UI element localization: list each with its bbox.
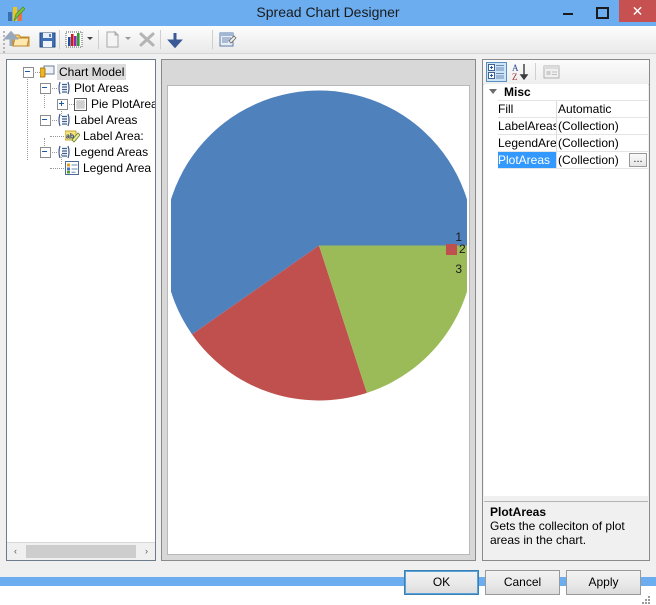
client-area: Chart Model Plot Areas Pie PlotArea Labe… [0,26,656,604]
toolbar-separator [160,30,161,49]
collapse-arrow-icon[interactable] [489,89,497,94]
tree-item-label: Pie PlotArea [91,97,156,111]
property-name[interactable]: LegendAre [498,135,556,151]
label-area-icon: ab [64,130,81,143]
chart-model-tree[interactable]: Chart Model Plot Areas Pie PlotArea Labe… [6,59,156,561]
close-button[interactable]: ✕ [619,0,656,22]
pie-chart: 1 2 3 [171,88,467,552]
tree-connector [50,88,57,90]
scrollbar-thumb[interactable] [26,545,136,558]
property-grid-panel[interactable]: A Z Misc Fill Automatic LabelAreas (Coll… [482,59,650,561]
maximize-button[interactable] [586,0,616,22]
toolbar-separator [212,30,213,49]
property-grid-toolbar: A Z [483,60,649,85]
chart-model-icon [39,65,55,79]
new-chart-button[interactable] [63,29,85,50]
legend-area-icon [65,161,79,175]
delete-button[interactable] [136,29,158,50]
tree-item-label: Legend Area ( [83,161,156,175]
legend-entry-3: 3 [455,262,462,276]
copy-dropdown-arrow[interactable] [125,37,131,40]
close-icon: ✕ [631,3,644,19]
property-row-fill[interactable]: Fill Automatic [484,101,648,117]
move-up-button[interactable] [0,29,22,50]
tree-connector [50,152,57,154]
divider [498,168,648,169]
categorized-button[interactable] [486,62,507,82]
plot-area-icon [74,98,87,111]
property-category-label: Misc [504,85,531,99]
column-divider [556,152,557,168]
alphabetical-button[interactable]: A Z [511,62,532,82]
tree-connector [50,136,64,138]
property-value[interactable]: (Collection) [558,118,630,134]
property-value[interactable]: (Collection) [558,152,630,168]
svg-text:Z: Z [512,72,518,82]
property-grid[interactable]: Misc Fill Automatic LabelAreas (Collecti… [484,84,648,496]
property-row-plotareas[interactable]: PlotAreas (Collection) ... [484,152,648,168]
tree-item-label: Label Areas [74,113,138,127]
titlebar: Spread Chart Designer ✕ [0,0,656,26]
ok-button[interactable]: OK [404,570,479,595]
maximize-icon [596,7,609,19]
properties-button[interactable] [216,29,238,50]
collection-icon [57,145,71,159]
property-row-legendareas[interactable]: LegendAre (Collection) [484,135,648,151]
chart-canvas[interactable]: 1 2 3 [167,85,470,555]
collection-editor-button[interactable]: ... [629,153,647,167]
tree-connector [50,120,57,122]
legend-swatch-2 [446,244,457,255]
tree-item-label: Label Area: [83,129,144,143]
tree-connector [33,72,40,74]
tree-connector [27,74,29,160]
dialog-window: Spread Chart Designer ✕ Chart Model Plot… [0,0,656,604]
minimize-icon [563,13,573,15]
property-name[interactable]: Fill [498,101,556,117]
column-divider [556,135,557,151]
property-value[interactable]: (Collection) [558,135,630,151]
tree-item-label: Chart Model [57,64,127,80]
description-text: Gets the colleciton of plot areas in the… [490,519,625,547]
property-value[interactable]: Automatic [558,101,630,117]
toolbar-separator [59,30,60,49]
tree-connector [67,104,74,106]
toolbar-separator [535,63,536,80]
scroll-right-arrow-icon[interactable]: › [138,543,155,560]
legend-entry-2: 2 [459,242,466,256]
tree-item-label: Plot Areas [74,81,129,95]
tree-item-label: Legend Areas [74,145,149,159]
property-row-labelareas[interactable]: LabelAreas (Collection) [484,118,648,134]
scroll-left-arrow-icon[interactable]: ‹ [7,543,24,560]
collection-icon [57,113,71,127]
tree-horizontal-scrollbar[interactable]: ‹ › [7,542,155,560]
toolbar-separator [98,30,99,49]
property-category-misc[interactable]: Misc [484,84,648,100]
chart-preview-panel[interactable]: 1 2 3 [161,59,476,561]
toolbar [0,26,656,54]
apply-button[interactable]: Apply [566,570,641,595]
copy-button[interactable] [102,29,124,50]
property-name[interactable]: LabelAreas [498,118,556,134]
property-description: PlotAreas Gets the colleciton of plot ar… [484,501,648,560]
column-divider [556,118,557,134]
property-name[interactable]: PlotAreas [498,152,556,168]
property-pages-button[interactable] [541,62,562,82]
move-down-button[interactable] [164,29,186,50]
collection-icon [57,81,71,95]
resize-grip[interactable] [642,596,651,605]
column-divider [556,101,557,117]
cancel-button[interactable]: Cancel [485,570,560,595]
chart-dropdown-arrow[interactable] [87,37,93,40]
pie-chart-svg [171,90,467,401]
minimize-button[interactable] [553,0,583,22]
description-title: PlotAreas [490,505,547,519]
save-button[interactable] [36,29,58,50]
tree-connector [50,168,64,170]
